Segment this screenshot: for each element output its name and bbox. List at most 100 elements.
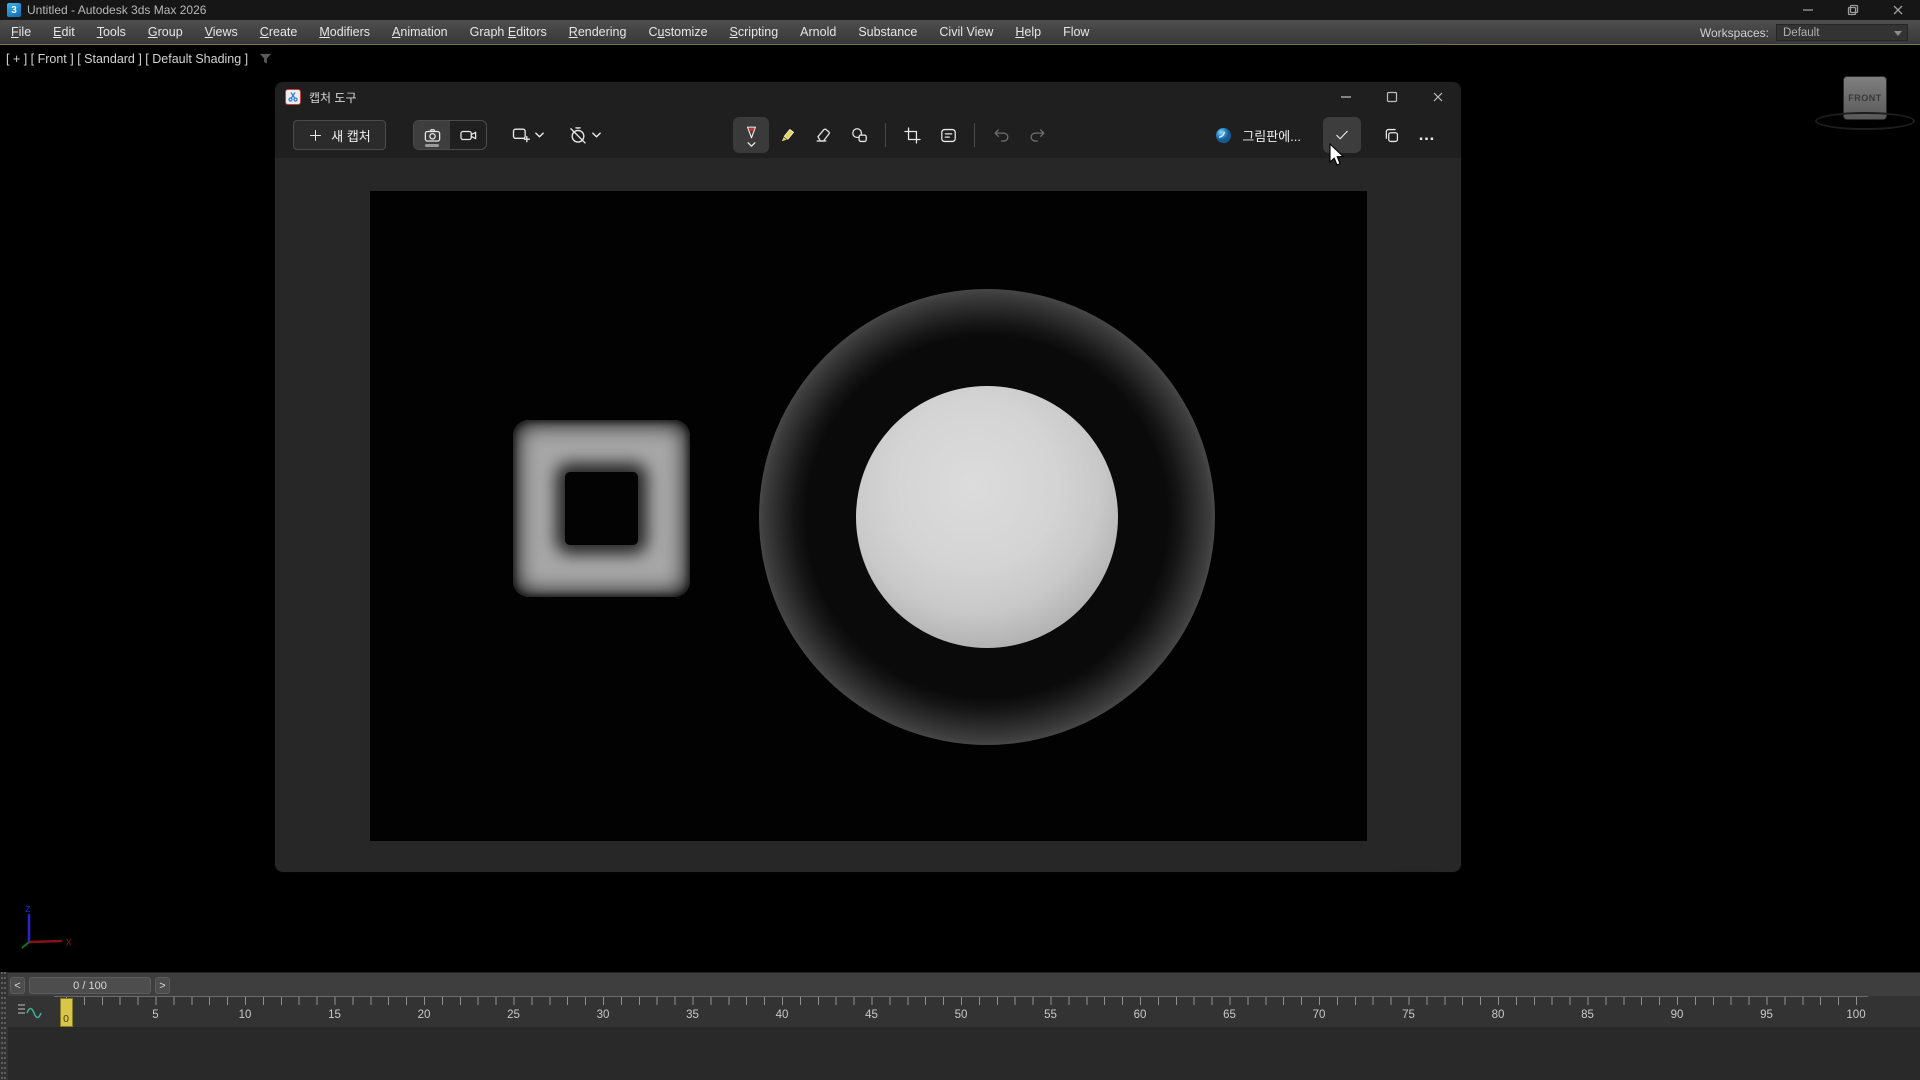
- text-actions-button[interactable]: [930, 117, 966, 153]
- ruler-frame-label: 55: [1044, 1009, 1057, 1021]
- render-square-tube: [513, 420, 690, 597]
- menu-bar-items: FileEditToolsGroupViewsCreateModifiersAn…: [0, 20, 1100, 45]
- time-slider-row: < 0 / 100 >: [0, 972, 1920, 996]
- ruler-frame-label: 10: [239, 1009, 252, 1021]
- status-bar: [0, 1027, 1920, 1080]
- workspaces-label: Workspaces:: [1700, 26, 1769, 40]
- toolbar-separator: [885, 123, 886, 147]
- menu-item-animation[interactable]: Animation: [381, 20, 459, 45]
- menu-item-civil-view[interactable]: Civil View: [928, 20, 1004, 45]
- highlighter-tool-button[interactable]: [769, 117, 805, 153]
- previous-frame-button[interactable]: <: [10, 977, 25, 994]
- viewcube-face-label: FRONT: [1848, 93, 1882, 103]
- app-close-button[interactable]: [1875, 0, 1920, 20]
- chevron-down-icon: [1894, 31, 1902, 36]
- snip-maximize-button[interactable]: [1369, 82, 1415, 112]
- menu-item-help[interactable]: Help: [1004, 20, 1052, 45]
- video-camera-icon: [459, 126, 478, 145]
- edit-in-paint-label: 그림판에...: [1242, 126, 1301, 145]
- mouse-cursor: [1328, 143, 1345, 167]
- copy-icon: [1382, 126, 1401, 145]
- menu-item-customize[interactable]: Customize: [637, 20, 718, 45]
- checkmark-icon: [1333, 126, 1351, 144]
- axis-x-label: x: [66, 936, 72, 948]
- 3dsmax-logo-icon: 3: [7, 3, 21, 17]
- frame-counter[interactable]: 0 / 100: [29, 977, 151, 994]
- crop-icon: [903, 126, 922, 145]
- screenshot-mode-button[interactable]: [414, 121, 450, 149]
- render-sphere: [856, 386, 1118, 648]
- toolbar-separator: [974, 123, 975, 147]
- ruler-frame-label: 90: [1671, 1009, 1684, 1021]
- more-options-button[interactable]: …: [1409, 117, 1445, 153]
- workspace-value: Default: [1783, 27, 1819, 39]
- capture-mode-toggle: [413, 120, 487, 150]
- snipping-tool-icon: [285, 89, 301, 105]
- shapes-tool-button[interactable]: [841, 117, 877, 153]
- track-ruler[interactable]: 0510152025303540455055606570758085909510…: [54, 996, 1868, 1027]
- chevron-down-icon: [747, 142, 756, 147]
- panel-grip[interactable]: [0, 972, 8, 1080]
- eraser-tool-button[interactable]: [805, 117, 841, 153]
- ballpoint-pen-tool-button[interactable]: [733, 117, 769, 153]
- menu-item-substance[interactable]: Substance: [847, 20, 928, 45]
- ellipsis-icon: …: [1418, 125, 1436, 145]
- crop-tool-button[interactable]: [894, 117, 930, 153]
- ruler-frame-label: 25: [507, 1009, 520, 1021]
- minimize-icon: [1802, 4, 1814, 16]
- menu-item-arnold[interactable]: Arnold: [789, 20, 847, 45]
- snip-minimize-button[interactable]: [1323, 82, 1369, 112]
- menu-item-modifiers[interactable]: Modifiers: [308, 20, 381, 45]
- maximize-icon: [1386, 91, 1398, 103]
- copy-button[interactable]: [1373, 117, 1409, 153]
- new-capture-button[interactable]: 새 캡처: [293, 120, 386, 150]
- snip-timer-dropdown[interactable]: [568, 125, 601, 145]
- rectangle-select-icon: [511, 125, 531, 145]
- video-mode-button[interactable]: [450, 121, 486, 149]
- menu-item-graph-editors[interactable]: Graph Editors: [459, 20, 558, 45]
- menu-item-flow[interactable]: Flow: [1052, 20, 1100, 45]
- redo-button[interactable]: [1019, 117, 1055, 153]
- eraser-icon: [814, 126, 833, 145]
- edit-in-paint-button[interactable]: 그림판에...: [1214, 126, 1301, 145]
- time-slider-handle[interactable]: 0: [60, 998, 73, 1027]
- app-restore-button[interactable]: [1830, 0, 1875, 20]
- mini-curve-editor-icon[interactable]: [16, 1001, 42, 1019]
- menu-item-edit[interactable]: Edit: [42, 20, 86, 45]
- render-square-hole: [565, 472, 638, 545]
- ruler-frame-label: 85: [1581, 1009, 1594, 1021]
- undo-icon: [992, 126, 1011, 145]
- pen-icon: [743, 124, 760, 141]
- menu-item-file[interactable]: File: [0, 20, 42, 45]
- snip-shape-dropdown[interactable]: [511, 125, 544, 145]
- menu-item-tools[interactable]: Tools: [86, 20, 137, 45]
- undo-button[interactable]: [983, 117, 1019, 153]
- minimize-icon: [1340, 91, 1352, 103]
- app-minimize-button[interactable]: [1785, 0, 1830, 20]
- next-frame-button[interactable]: >: [155, 977, 170, 994]
- ruler-frame-label: 50: [955, 1009, 968, 1021]
- shapes-icon: [850, 126, 869, 145]
- axis-z-label: z: [25, 904, 31, 915]
- plus-icon: [308, 128, 323, 143]
- menu-item-scripting[interactable]: Scripting: [719, 20, 790, 45]
- ruler-frame-label: 30: [597, 1009, 610, 1021]
- ruler-frame-label: 5: [152, 1009, 158, 1021]
- menu-item-views[interactable]: Views: [194, 20, 249, 45]
- workspace-dropdown[interactable]: Default: [1776, 24, 1908, 41]
- world-axis-gizmo: z x: [18, 904, 82, 954]
- menu-item-rendering[interactable]: Rendering: [558, 20, 638, 45]
- app-titlebar: 3 Untitled - Autodesk 3ds Max 2026: [0, 0, 1920, 20]
- close-icon: [1892, 4, 1904, 16]
- menu-item-create[interactable]: Create: [249, 20, 309, 45]
- new-capture-label: 새 캡처: [331, 126, 371, 145]
- snip-close-button[interactable]: [1415, 82, 1461, 112]
- viewport-label-text: [ + ] [ Front ] [ Standard ] [ Default S…: [6, 52, 248, 66]
- viewport-label[interactable]: [ + ] [ Front ] [ Standard ] [ Default S…: [6, 52, 273, 66]
- ruler-frame-label: 95: [1760, 1009, 1773, 1021]
- ruler-frame-label: 45: [865, 1009, 878, 1021]
- ruler-frame-label: 15: [328, 1009, 341, 1021]
- menu-bar: FileEditToolsGroupViewsCreateModifiersAn…: [0, 20, 1920, 45]
- ruler-frame-label: 70: [1313, 1009, 1326, 1021]
- menu-item-group[interactable]: Group: [137, 20, 194, 45]
